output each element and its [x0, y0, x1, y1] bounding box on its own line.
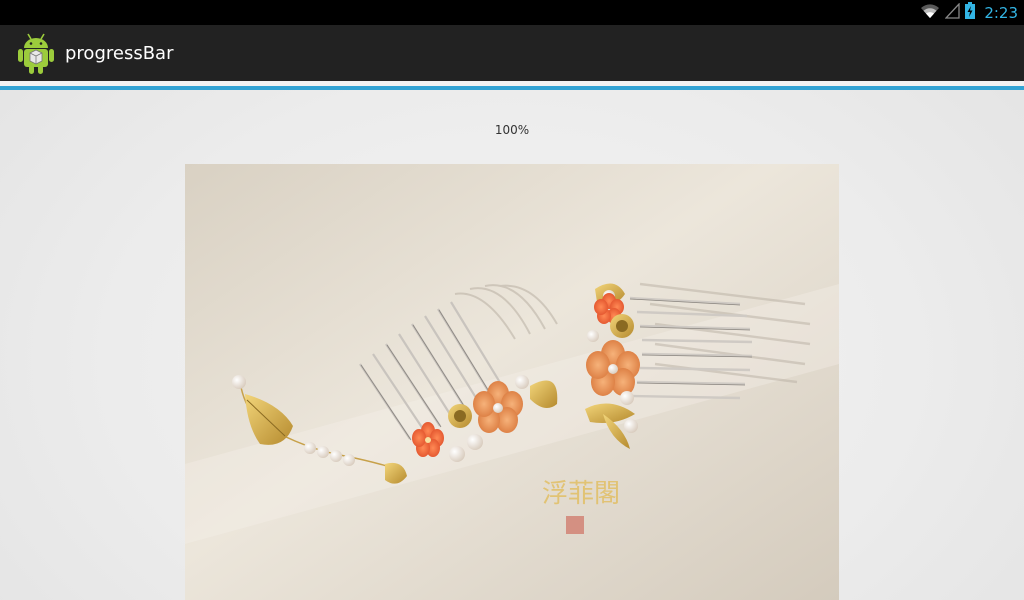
progress-label: 100% — [494, 123, 530, 137]
progress-bar-fill — [0, 86, 1024, 90]
watermark-text: 浮菲閣 — [542, 479, 620, 509]
hair-comb-photo: 浮菲閣 — [185, 164, 839, 600]
status-time: 2:23 — [984, 3, 1018, 22]
signal-icon — [944, 1, 960, 23]
status-bar: 2:23 — [0, 0, 1024, 25]
status-icons: 2:23 — [920, 0, 1018, 25]
wifi-icon — [920, 3, 940, 23]
android-icon[interactable] — [17, 31, 55, 75]
battery-charging-icon — [965, 2, 976, 23]
progress-bar — [0, 86, 1024, 90]
app-title: progressBar — [65, 42, 174, 64]
action-bar: progressBar — [0, 25, 1024, 81]
